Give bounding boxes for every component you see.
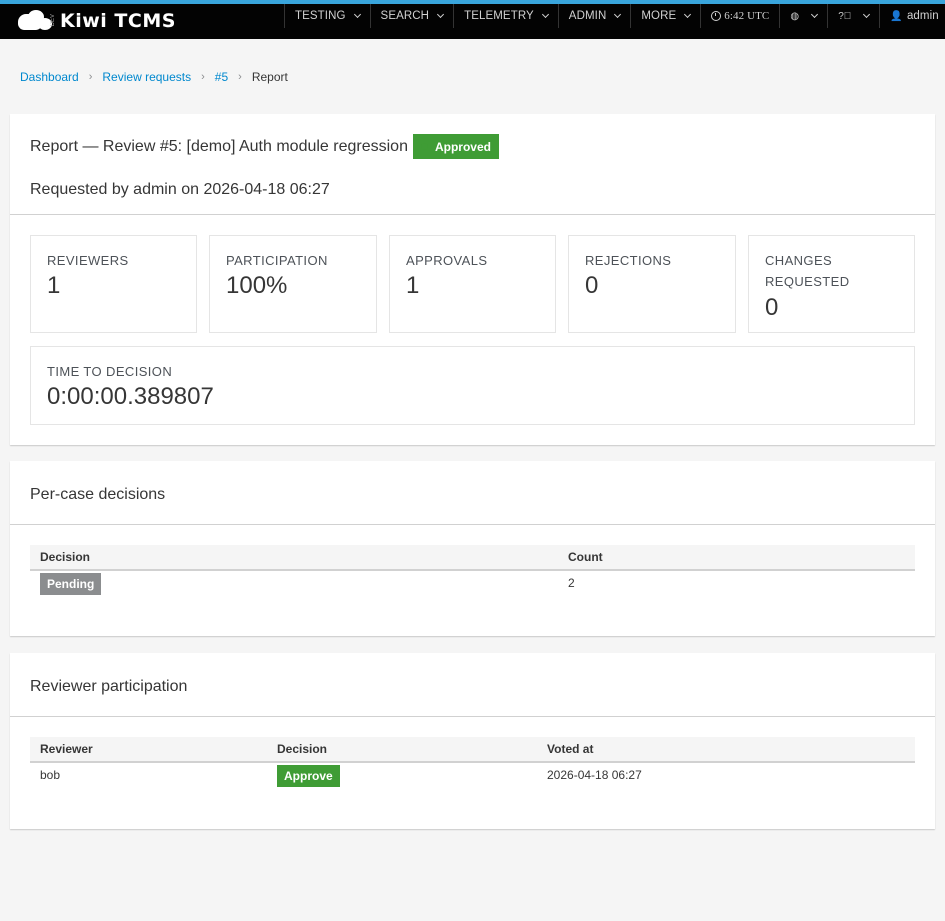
user-name: admin [906,10,939,22]
user-menu[interactable]: 👤 admin [879,4,945,28]
stat-rejections-label: REJECTIONS [585,253,672,268]
requested-by: Requested by admin on 2026-04-18 06:27 [30,181,330,198]
chevron-down-icon [353,10,361,18]
decision-badge-pending: Pending [40,573,102,595]
stat-reviewers-label: REVIEWERS [47,253,129,268]
stat-ttd-label: TIME TO DECISION [47,364,173,379]
stat-approvals: APPROVALS 1 [389,235,556,333]
column-header-decision[interactable]: Decision [267,737,537,763]
stat-reviewers: REVIEWERS 1 [30,235,197,333]
menu-testing-label: TESTING [295,10,346,22]
breadcrumb-review-requests[interactable]: Review requests [102,70,191,84]
table-row: Pending 2 [30,570,915,595]
stat-ttd-value: 0:00:00.389807 [47,383,214,410]
globe-icon: ◍ [790,10,800,22]
menu-search-label: SEARCH [380,10,430,22]
breadcrumb-review-id[interactable]: #5 [215,70,228,84]
menu-more[interactable]: MORE [630,4,700,28]
chevron-down-icon [437,10,445,18]
report-summary-card: Report — Review #5: [demo] Auth module r… [10,114,935,445]
decision-badge-approve: Approve [277,765,340,787]
count-cell: 2 [568,576,575,590]
menu-more-label: MORE [641,10,677,22]
status-dot-icon [420,143,428,150]
per-case-title: Per-case decisions [30,486,166,503]
main-menu: TESTING SEARCH TELEMETRY ADMIN MORE 6:42… [284,4,945,28]
stat-rejections-value: 0 [585,272,599,299]
reviewer-participation-card: Reviewer participation Reviewer Decision… [10,653,935,829]
report-header: Report — Review #5: [demo] Auth module r… [10,116,935,215]
stat-approvals-label: APPROVALS [406,253,488,268]
stat-rejections: REJECTIONS 0 [568,235,736,333]
language-menu[interactable]: ◍ [779,4,827,28]
chevron-right-icon: › [201,71,205,83]
chevron-down-icon [541,10,549,18]
question-icon: ?⃝ [838,10,852,22]
menu-search[interactable]: SEARCH [369,4,454,28]
help-menu[interactable]: ?⃝ [827,4,879,28]
per-case-decisions-card: Per-case decisions Decision Count Pendin… [10,461,935,636]
stat-changes-value: 0 [765,294,779,321]
chevron-right-icon: › [238,71,242,83]
server-time-label: 6:42 UTC [724,10,770,22]
menu-admin[interactable]: ADMIN [557,4,631,28]
reviewer-cell: bob [40,768,61,782]
stat-participation-label: PARTICIPATION [226,253,328,268]
chevron-right-icon: › [88,71,93,83]
brand-logo[interactable]: DEV Kiwi TCMS [18,8,176,34]
stat-time-to-decision: TIME TO DECISION 0:00:00.389807 [30,346,915,425]
stat-changes-requested: CHANGES REQUESTED 0 [748,235,915,333]
brand-name: Kiwi TCMS [60,10,176,32]
menu-testing[interactable]: TESTING [284,4,370,28]
user-icon: 👤 [890,10,903,22]
participation-table: Reviewer Decision Voted at bob Approve 2… [30,737,915,787]
stat-reviewers-value: 1 [47,272,61,299]
stat-approvals-value: 1 [406,272,420,299]
per-case-header: Per-case decisions [10,463,935,525]
page-title: Report — Review #5: [demo] Auth module r… [30,137,408,155]
top-navbar: DEV Kiwi TCMS TESTING SEARCH TELEMETRY A… [0,0,945,39]
menu-admin-label: ADMIN [568,10,607,22]
per-case-table: Decision Count Pending 2 [30,545,915,595]
participation-header: Reviewer participation [10,655,935,717]
status-text: Approved [434,139,491,154]
stat-participation-value: 100% [226,272,288,299]
breadcrumb: Dashboard › Review requests › #5 › Repor… [20,69,288,85]
stat-participation: PARTICIPATION 100% [209,235,377,333]
clock-icon [711,11,722,21]
chevron-down-icon [614,10,622,18]
menu-telemetry-label: TELEMETRY [464,10,534,22]
chevron-down-icon [811,10,819,18]
server-time[interactable]: 6:42 UTC [700,4,779,28]
voted-at-cell: 2026-04-18 06:27 [547,768,642,782]
breadcrumb-dashboard[interactable]: Dashboard [20,70,79,84]
stat-changes-label: CHANGES REQUESTED [765,253,850,289]
chevron-down-icon [863,10,871,18]
menu-telemetry[interactable]: TELEMETRY [453,4,558,28]
column-header-reviewer[interactable]: Reviewer [30,737,267,763]
table-row: bob Approve 2026-04-18 06:27 [30,762,915,787]
column-header-count[interactable]: Count [558,545,915,571]
table-header-row: Decision Count [30,545,915,571]
column-header-voted-at[interactable]: Voted at [537,737,915,763]
column-header-decision[interactable]: Decision [30,545,558,571]
participation-title: Reviewer participation [30,678,188,695]
breadcrumb-current: Report [251,70,288,84]
beta-mark: DEV [50,14,56,27]
status-badge: Approved [412,134,499,159]
chevron-down-icon [684,10,692,18]
table-header-row: Reviewer Decision Voted at [30,737,915,763]
kiwi-cloud-icon: DEV [18,10,56,32]
